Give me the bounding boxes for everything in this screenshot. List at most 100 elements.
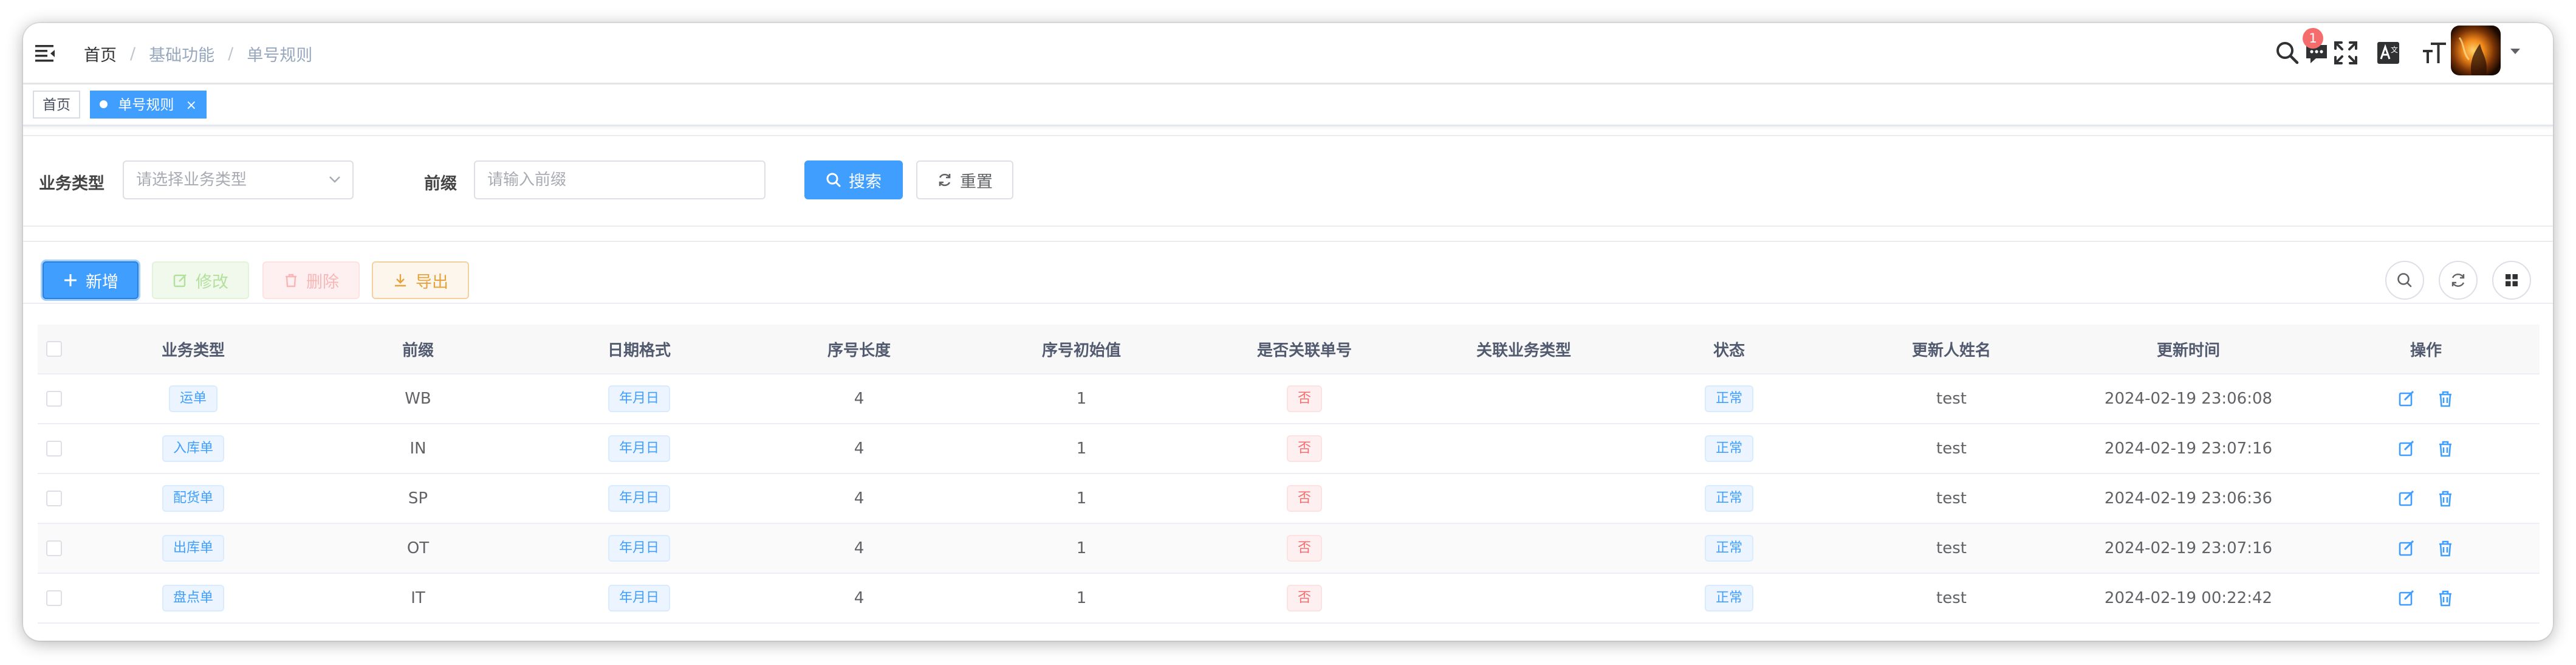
column-header: 业务类型 (161, 341, 225, 360)
status-tag: 正常 (1704, 535, 1753, 562)
linked-tag: 否 (1286, 535, 1322, 562)
delete-button[interactable]: 删除 (262, 261, 360, 299)
active-dot-icon (100, 100, 108, 108)
seq-init-cell: 1 (1076, 489, 1087, 508)
fullscreen-icon[interactable] (2332, 39, 2360, 67)
table-row: 盘点单 IT 年月日 4 1 否 正常 test 2024-02-19 00:2… (38, 574, 2540, 624)
trash-icon (286, 274, 296, 288)
message-badge: 1 (2303, 28, 2323, 49)
user-menu-caret-icon[interactable] (2510, 49, 2520, 54)
prefix-input[interactable]: 请输入前缀 (474, 160, 766, 199)
prefix-cell: IT (411, 589, 425, 607)
column-header: 更新人姓名 (1911, 341, 1991, 360)
row-checkbox[interactable] (46, 540, 62, 556)
tag-label: 单号规则 (118, 97, 174, 113)
prefix-cell: SP (408, 489, 428, 508)
business-type-select[interactable]: 请选择业务类型 (123, 160, 354, 199)
updater-cell: test (1936, 589, 1967, 607)
date-format-tag: 年月日 (608, 585, 670, 612)
prefix-cell: IN (409, 439, 426, 458)
edit-icon[interactable] (2397, 439, 2416, 458)
seq-length-cell: 4 (854, 489, 865, 508)
column-settings-button[interactable] (2492, 261, 2531, 300)
search-icon[interactable] (2273, 39, 2301, 67)
breadcrumb: 首页 / 基础功能 / 单号规则 (84, 40, 312, 67)
column-header: 状态 (1713, 341, 1745, 360)
linked-tag: 否 (1286, 435, 1322, 462)
seq-init-cell: 1 (1076, 539, 1087, 557)
column-header: 更新时间 (2156, 341, 2220, 360)
refresh-table-button[interactable] (2439, 261, 2478, 300)
trash-icon[interactable] (2436, 439, 2454, 458)
language-icon[interactable]: 文 (2374, 39, 2402, 67)
export-button[interactable]: 导出 (372, 261, 469, 299)
row-checkbox[interactable] (46, 441, 62, 457)
updated-at-cell: 2024-02-19 00:22:42 (2104, 589, 2273, 607)
seq-length-cell: 4 (854, 390, 865, 408)
breadcrumb-separator: / (228, 44, 234, 63)
reset-button[interactable]: 重置 (916, 160, 1013, 199)
refresh-icon (939, 173, 951, 187)
add-button-label: 新增 (86, 272, 118, 292)
date-format-tag: 年月日 (608, 435, 670, 462)
breadcrumb-basic-functions: 基础功能 (149, 46, 215, 65)
table-card: 新增 修改 删除 导出 业务类型 前缀 日期格式 序号长度 序号初始值 是否关联… (23, 241, 2553, 641)
trash-icon[interactable] (2436, 390, 2454, 408)
linked-type-cell (1445, 574, 1603, 622)
seq-length-cell: 4 (854, 539, 865, 557)
edit-button[interactable]: 修改 (152, 261, 249, 299)
business-type-label: 业务类型 (39, 174, 104, 193)
column-header: 操作 (2410, 341, 2442, 360)
status-tag: 正常 (1704, 585, 1753, 612)
select-all-checkbox[interactable] (46, 341, 62, 357)
business-type-placeholder: 请选择业务类型 (136, 171, 247, 189)
data-table: 业务类型 前缀 日期格式 序号长度 序号初始值 是否关联单号 关联业务类型 状态… (38, 325, 2540, 624)
edit-icon[interactable] (2397, 589, 2416, 607)
status-tag: 正常 (1704, 485, 1753, 512)
hamburger-icon[interactable] (34, 41, 57, 64)
row-checkbox[interactable] (46, 590, 62, 606)
date-format-tag: 年月日 (608, 385, 670, 412)
edit-icon[interactable] (2397, 489, 2416, 508)
tag-number-rule[interactable]: 单号规则 × (90, 91, 207, 119)
business-type-tag: 入库单 (162, 435, 224, 462)
prefix-label: 前缀 (424, 174, 457, 193)
trash-icon[interactable] (2436, 489, 2454, 508)
search-button[interactable]: 搜索 (804, 160, 903, 199)
column-header: 序号长度 (827, 341, 891, 360)
breadcrumb-home[interactable]: 首页 (84, 42, 117, 66)
edit-icon[interactable] (2397, 390, 2416, 408)
search-button-label: 搜索 (849, 172, 882, 191)
business-type-tag: 盘点单 (162, 585, 224, 612)
row-checkbox[interactable] (46, 391, 62, 407)
trash-icon[interactable] (2436, 539, 2454, 557)
row-actions (2380, 474, 2472, 523)
tag-close-icon[interactable]: × (186, 98, 197, 113)
edit-icon[interactable] (2397, 539, 2416, 557)
updater-cell: test (1936, 539, 1967, 557)
linked-tag: 否 (1286, 385, 1322, 412)
linked-type-cell (1445, 424, 1603, 473)
trash-icon[interactable] (2436, 589, 2454, 607)
date-format-tag: 年月日 (608, 485, 670, 512)
plus-icon (64, 274, 77, 286)
chevron-down-icon (329, 176, 340, 183)
avatar[interactable] (2451, 26, 2501, 75)
seq-length-cell: 4 (854, 439, 865, 458)
linked-type-cell (1445, 524, 1603, 573)
row-actions (2380, 574, 2472, 622)
app-window: 首页 / 基础功能 / 单号规则 1 文 首页 单号规则 × 业务类型 请选择业… (23, 23, 2553, 641)
linked-type-cell (1445, 474, 1603, 523)
tag-home[interactable]: 首页 (33, 91, 80, 119)
column-header: 前缀 (402, 341, 434, 360)
updated-at-cell: 2024-02-19 23:07:16 (2104, 439, 2273, 458)
tags-view: 首页 单号规则 × (23, 84, 2553, 126)
status-tag: 正常 (1704, 435, 1753, 462)
add-button[interactable]: 新增 (43, 261, 139, 299)
toggle-search-button[interactable] (2385, 261, 2424, 300)
column-header: 是否关联单号 (1256, 341, 1352, 360)
edit-icon (173, 274, 187, 288)
row-checkbox[interactable] (46, 491, 62, 506)
font-size-icon[interactable] (2420, 39, 2448, 67)
linked-tag: 否 (1286, 585, 1322, 612)
